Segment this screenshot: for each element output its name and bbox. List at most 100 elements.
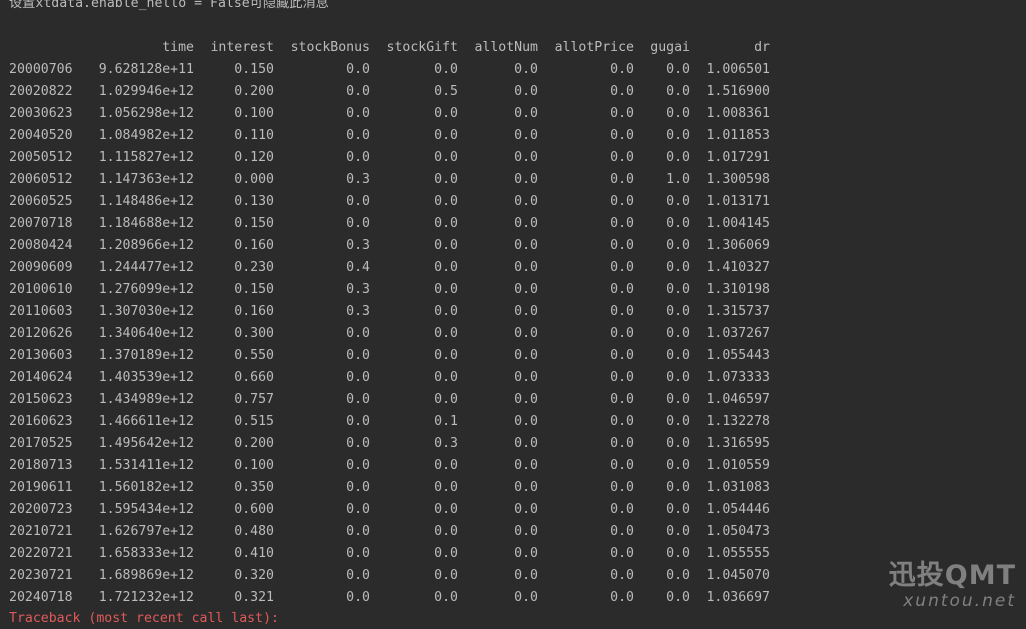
cell-allotNum: 0.0 (514, 282, 538, 297)
watermark-url: xuntou.net (903, 591, 1016, 611)
row-index: 20160623 (9, 414, 73, 429)
cell-gugai: 1.0 (666, 172, 690, 187)
row-index: 20170525 (9, 436, 73, 451)
cell-gugai: 0.0 (666, 568, 690, 583)
cell-interest: 0.150 (234, 62, 274, 77)
cell-stockGift: 0.0 (434, 128, 458, 143)
cell-stockBonus: 0.0 (346, 392, 370, 407)
cell-stockBonus: 0.0 (346, 590, 370, 605)
cell-time: 1.148486e+12 (98, 194, 194, 209)
table-row: 20220721 1.658333e+12 0.410 0.0 0.0 0.0 0.0 0.0… (0, 543, 770, 565)
row-index: 20150623 (9, 392, 73, 407)
cell-interest: 0.150 (234, 216, 274, 231)
row-index: 20060512 (9, 172, 73, 187)
index-header (0, 37, 81, 59)
cell-dr: 1.008361 (706, 106, 770, 121)
table-row: 20140624 1.403539e+12 0.660 0.0 0.0 0.0 0.0 0.0… (0, 367, 770, 389)
cell-interest: 0.100 (234, 458, 274, 473)
cell-interest: 0.300 (234, 326, 274, 341)
cell-dr: 1.516900 (706, 84, 770, 99)
cell-gugai: 0.0 (666, 260, 690, 275)
cell-allotNum: 0.0 (514, 326, 538, 341)
cell-allotNum: 0.0 (514, 392, 538, 407)
cell-allotNum: 0.0 (514, 568, 538, 583)
table-row: 20060512 1.147363e+12 0.000 0.3 0.0 0.0 0.0 1.0… (0, 169, 770, 191)
cell-allotNum: 0.0 (514, 436, 538, 451)
cell-interest: 0.150 (234, 282, 274, 297)
cell-allotNum: 0.0 (514, 172, 538, 187)
cell-stockBonus: 0.0 (346, 370, 370, 385)
table-row: 20040520 1.084982e+12 0.110 0.0 0.0 0.0 0.0 0.0… (0, 125, 770, 147)
cell-allotPrice: 0.0 (610, 172, 634, 187)
column-header-gugai: gugai (650, 40, 690, 55)
cell-time: 1.495642e+12 (98, 436, 194, 451)
cell-allotPrice: 0.0 (610, 546, 634, 561)
cell-time: 1.434989e+12 (98, 392, 194, 407)
cell-stockBonus: 0.0 (346, 194, 370, 209)
cell-dr: 1.036697 (706, 590, 770, 605)
cell-time: 1.184688e+12 (98, 216, 194, 231)
row-index: 20210721 (9, 524, 73, 539)
cell-dr: 1.004145 (706, 216, 770, 231)
cell-time: 9.628128e+11 (98, 62, 194, 77)
cell-dr: 1.031083 (706, 480, 770, 495)
cell-allotPrice: 0.0 (610, 480, 634, 495)
cell-time: 1.084982e+12 (98, 128, 194, 143)
row-index: 20090609 (9, 260, 73, 275)
cell-allotPrice: 0.0 (610, 568, 634, 583)
cell-gugai: 0.0 (666, 348, 690, 363)
cell-stockGift: 0.0 (434, 62, 458, 77)
table-row: 20180713 1.531411e+12 0.100 0.0 0.0 0.0 0.0 0.0… (0, 455, 770, 477)
cell-stockBonus: 0.0 (346, 568, 370, 583)
cell-time: 1.029946e+12 (98, 84, 194, 99)
cell-time: 1.276099e+12 (98, 282, 194, 297)
column-header-time: time (162, 40, 194, 55)
cell-interest: 0.660 (234, 370, 274, 385)
table-row: 20050512 1.115827e+12 0.120 0.0 0.0 0.0 0.0 0.0… (0, 147, 770, 169)
cell-stockGift: 0.0 (434, 524, 458, 539)
cell-dr: 1.011853 (706, 128, 770, 143)
cell-allotNum: 0.0 (514, 84, 538, 99)
cell-allotPrice: 0.0 (610, 370, 634, 385)
row-index: 20140624 (9, 370, 73, 385)
cell-stockBonus: 0.0 (346, 348, 370, 363)
column-header-allotNum: allotNum (474, 40, 538, 55)
cell-stockGift: 0.0 (434, 194, 458, 209)
cell-interest: 0.200 (234, 436, 274, 451)
cell-time: 1.531411e+12 (98, 458, 194, 473)
table-row: 20240718 1.721232e+12 0.321 0.0 0.0 0.0 0.0 0.0… (0, 587, 770, 609)
cell-stockBonus: 0.3 (346, 304, 370, 319)
cell-allotPrice: 0.0 (610, 590, 634, 605)
cell-interest: 0.120 (234, 150, 274, 165)
cell-interest: 0.000 (234, 172, 274, 187)
cell-allotNum: 0.0 (514, 370, 538, 385)
cell-dr: 1.310198 (706, 282, 770, 297)
cell-time: 1.721232e+12 (98, 590, 194, 605)
cell-stockGift: 0.0 (434, 106, 458, 121)
cell-time: 1.115827e+12 (98, 150, 194, 165)
cell-time: 1.466611e+12 (98, 414, 194, 429)
cell-dr: 1.050473 (706, 524, 770, 539)
cell-time: 1.658333e+12 (98, 546, 194, 561)
cell-allotPrice: 0.0 (610, 414, 634, 429)
cell-allotNum: 0.0 (514, 128, 538, 143)
row-index: 20180713 (9, 458, 73, 473)
cell-time: 1.689869e+12 (98, 568, 194, 583)
cell-allotNum: 0.0 (514, 260, 538, 275)
cell-stockGift: 0.0 (434, 326, 458, 341)
cell-dr: 1.037267 (706, 326, 770, 341)
cell-allotNum: 0.0 (514, 106, 538, 121)
cell-stockGift: 0.0 (434, 172, 458, 187)
cell-allotNum: 0.0 (514, 524, 538, 539)
cell-dr: 1.410327 (706, 260, 770, 275)
cell-stockGift: 0.0 (434, 502, 458, 517)
table-row: 20060525 1.148486e+12 0.130 0.0 0.0 0.0 0.0 0.0… (0, 191, 770, 213)
table-row: 20020822 1.029946e+12 0.200 0.0 0.5 0.0 0.0 0.0… (0, 81, 770, 103)
cell-gugai: 0.0 (666, 128, 690, 143)
cell-stockBonus: 0.0 (346, 62, 370, 77)
cell-stockGift: 0.0 (434, 546, 458, 561)
cell-allotNum: 0.0 (514, 502, 538, 517)
cell-allotPrice: 0.0 (610, 238, 634, 253)
cell-gugai: 0.0 (666, 480, 690, 495)
cell-stockGift: 0.0 (434, 392, 458, 407)
